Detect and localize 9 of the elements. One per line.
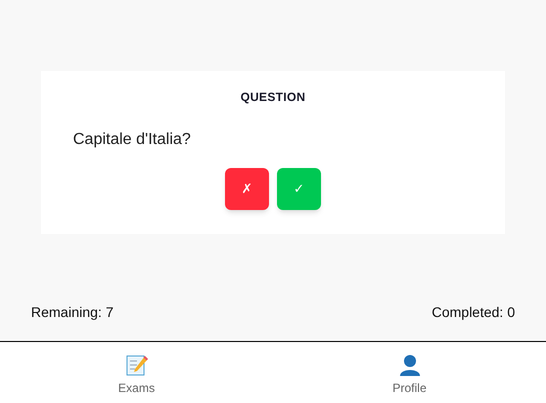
- person-icon: [398, 353, 422, 377]
- question-text: Capitale d'Italia?: [73, 130, 191, 150]
- completed-count: Completed: 0: [432, 303, 515, 322]
- tab[interactable]: Profile: [273, 342, 546, 403]
- tab[interactable]: Exams: [0, 342, 273, 403]
- notepad-pencil-icon: [124, 353, 148, 377]
- remaining-count: Remaining: 7: [31, 303, 114, 322]
- card-title: QUESTION: [240, 89, 306, 106]
- wrong-answer-button[interactable]: ✗: [225, 168, 269, 210]
